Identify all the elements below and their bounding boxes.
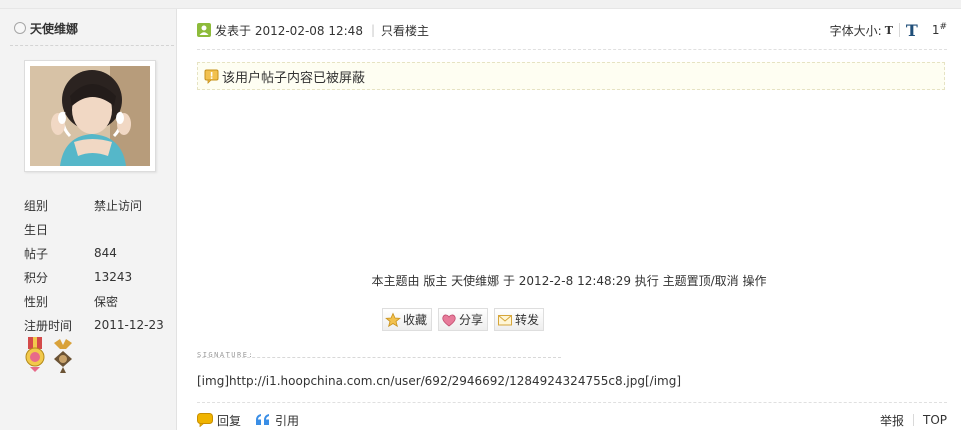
- separator: [898, 23, 900, 37]
- username[interactable]: 天使维娜: [30, 20, 78, 37]
- profile-label: 帖子: [24, 246, 49, 261]
- heart-icon: [442, 314, 456, 327]
- top-border: [0, 0, 961, 9]
- profile-row-gender: 性别 保密: [24, 289, 174, 313]
- post-actions: 收藏 分享 转发: [382, 308, 545, 331]
- profile-value: 2011-12-23: [94, 318, 164, 332]
- user-sidebar: 天使维娜 组别 禁止访问 生日 帖子 844 积分 13243 性别 保密 注册…: [0, 9, 177, 430]
- avatar-image: [30, 66, 150, 166]
- quote-label: 引用: [275, 413, 300, 428]
- badge-medal-icon[interactable]: [52, 337, 74, 373]
- post-date: 发表于 2012-02-08 12:48: [215, 23, 363, 38]
- reply-icon: [197, 413, 213, 427]
- warning-icon: [204, 69, 219, 84]
- separator: [912, 414, 914, 426]
- font-size-label: 字体大小:: [829, 23, 882, 38]
- post-footer: 回复 引用 举报 TOP: [197, 411, 947, 429]
- envelope-icon: [498, 314, 513, 325]
- signature-text: [img]http://i1.hoopchina.com.cn/user/692…: [197, 374, 682, 388]
- profile-label: 性别: [24, 294, 49, 309]
- offline-status-icon: [14, 22, 26, 34]
- font-size-controls: 字体大小: T T 1#: [830, 21, 947, 40]
- username-row: 天使维娜: [14, 20, 78, 36]
- reply-button[interactable]: 回复: [197, 412, 241, 429]
- profile-row-group: 组别 禁止访问: [24, 193, 174, 217]
- user-profile: 组别 禁止访问 生日 帖子 844 积分 13243 性别 保密 注册时间 20…: [24, 193, 174, 337]
- profile-value: 保密: [94, 294, 119, 309]
- forward-button[interactable]: 转发: [494, 308, 545, 331]
- font-large-button[interactable]: T: [906, 21, 918, 40]
- blocked-notice: 该用户帖子内容已被屏蔽: [197, 62, 945, 90]
- signature-divider: [197, 357, 561, 358]
- profile-label: 积分: [24, 270, 49, 285]
- profile-value: 844: [94, 246, 117, 260]
- forward-label: 转发: [515, 313, 540, 327]
- floor-mark: #: [939, 21, 947, 32]
- user-post-icon: [197, 23, 211, 37]
- moderation-info: 本主题由 版主 天使维娜 于 2012-2-8 12:48:29 执行 主题置顶…: [371, 274, 767, 288]
- floor-number[interactable]: 1#: [932, 22, 947, 37]
- quote-icon: [256, 414, 270, 425]
- only-op-link[interactable]: 只看楼主: [381, 22, 429, 39]
- notice-text: 该用户帖子内容已被屏蔽: [222, 70, 366, 86]
- quote-button[interactable]: 引用: [255, 412, 299, 429]
- share-button[interactable]: 分享: [438, 308, 489, 331]
- profile-row-posts: 帖子 844: [24, 241, 174, 265]
- favorite-button[interactable]: 收藏: [382, 308, 433, 331]
- font-small-button[interactable]: T: [885, 24, 893, 37]
- avatar[interactable]: [30, 66, 150, 166]
- divider: [197, 49, 947, 50]
- medals: [24, 337, 74, 373]
- star-icon: [385, 312, 401, 327]
- profile-label: 组别: [24, 198, 49, 213]
- rank-medal-icon[interactable]: [24, 337, 46, 373]
- profile-row-birthday: 生日: [24, 217, 174, 241]
- divider: [197, 402, 947, 403]
- reply-label: 回复: [217, 413, 242, 428]
- share-label: 分享: [459, 313, 484, 327]
- separator: |: [370, 23, 375, 37]
- profile-label: 注册时间: [24, 318, 73, 333]
- favorite-label: 收藏: [403, 313, 428, 327]
- post-header: 发表于 2012-02-08 12:48 | 只看楼主 字体大小: T T 1#: [197, 21, 947, 40]
- divider: [10, 45, 174, 46]
- top-link[interactable]: TOP: [923, 413, 947, 427]
- avatar-frame: [24, 60, 156, 172]
- profile-label: 生日: [24, 222, 49, 237]
- footer-right: 举报 TOP: [880, 412, 947, 429]
- profile-value: 13243: [94, 270, 133, 284]
- post: 发表于 2012-02-08 12:48 | 只看楼主 字体大小: T T 1#…: [177, 9, 961, 430]
- profile-row-points: 积分 13243: [24, 265, 174, 289]
- profile-row-registered: 注册时间 2011-12-23: [24, 313, 174, 337]
- profile-value: 禁止访问: [94, 198, 143, 213]
- report-link[interactable]: 举报: [880, 412, 904, 429]
